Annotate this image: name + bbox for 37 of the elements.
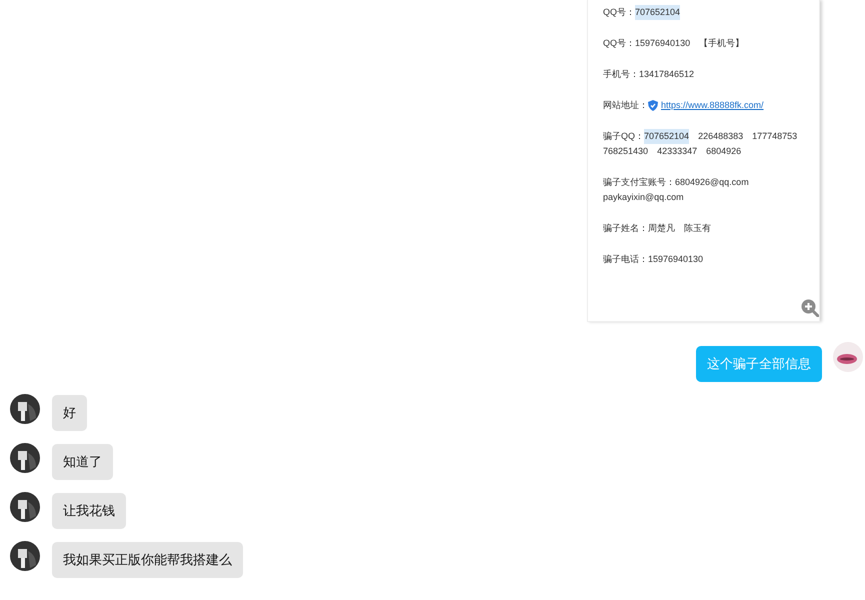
info-value: 707652104 <box>635 5 680 20</box>
info-value: 15976940130 <box>635 37 690 50</box>
website-link[interactable]: https://www.88888fk.com/ <box>661 98 764 113</box>
info-value: 42333347 <box>657 145 698 158</box>
message-bubble: 好 <box>52 395 87 431</box>
info-value: 6804926 <box>706 145 742 158</box>
avatar-icon <box>10 394 40 424</box>
info-value: 177748753 <box>752 130 798 143</box>
avatar-icon <box>10 492 40 522</box>
message-bubble: 让我花钱 <box>52 493 126 529</box>
info-value: 707652104 <box>644 129 690 144</box>
info-label: 骗子电话： <box>603 253 648 266</box>
info-label: 骗子支付宝账号： <box>603 176 675 189</box>
info-value: 【手机号】 <box>699 37 744 50</box>
info-value: paykayixin@qq.com <box>603 191 684 204</box>
message-bubble: 知道了 <box>52 444 113 480</box>
info-value: 15976940130 <box>648 253 704 266</box>
info-label: QQ号： <box>603 6 636 19</box>
screenshot-card[interactable] <box>587 0 820 322</box>
info-value: 768251430 <box>603 145 648 158</box>
info-value: 226488383 <box>698 130 744 143</box>
avatar-icon <box>10 443 40 473</box>
info-value: 13417846512 <box>639 68 694 81</box>
info-value: 周楚凡 <box>648 222 675 235</box>
message-bubble: 我如果买正版你能帮我搭建么 <box>52 542 243 578</box>
info-value: 陈玉有 <box>684 222 711 235</box>
info-label: 网站地址： <box>603 99 648 112</box>
info-label: QQ号： <box>603 37 636 50</box>
zoom-in-icon[interactable] <box>801 299 819 317</box>
avatar-icon <box>833 342 863 372</box>
shield-icon <box>648 100 658 111</box>
info-label: 骗子姓名： <box>603 222 648 235</box>
info-value: 6804926@qq.com <box>675 176 749 189</box>
message-bubble: 这个骗子全部信息 <box>696 346 822 382</box>
avatar-icon <box>10 541 40 571</box>
info-label: 骗子QQ： <box>603 130 644 143</box>
info-label: 手机号： <box>603 68 639 81</box>
